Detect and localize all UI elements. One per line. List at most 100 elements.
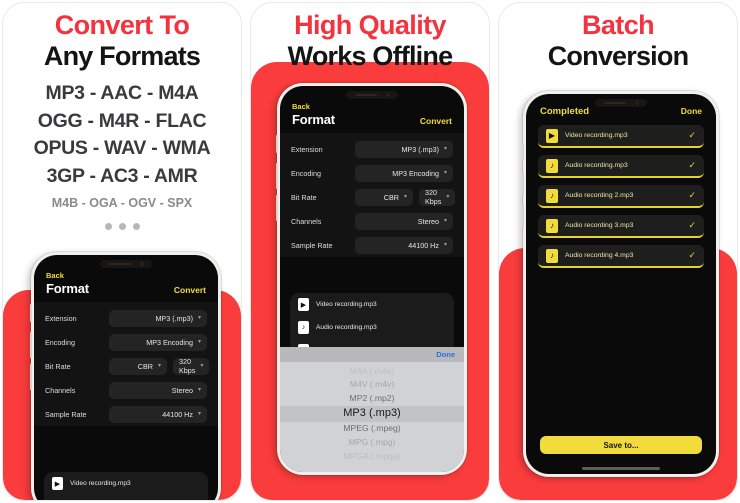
headline-2: High Quality Works Offline [251,3,489,71]
app-store-screenshot-gallery: Convert To Any Formats MP3 - AAC - M4A O… [0,0,740,503]
save-to-button[interactable]: Save to... [540,436,702,454]
file-name: Audio recording 3.mp3 [565,222,634,229]
list-item[interactable]: ▶ Video recording.mp3 [44,472,208,495]
back-button[interactable]: Back [292,102,452,111]
field-value: 44100 Hz [162,409,193,419]
headline-black-line-3: Conversion [547,40,689,71]
phone-side-button [522,143,524,161]
field-value: CBR [383,192,399,202]
done-button[interactable]: Done [681,106,702,116]
audio-file-icon: ♪ [52,500,63,501]
audio-file-icon: ♪ [298,321,309,334]
video-file-icon: ▶ [52,477,63,490]
chevron-down-icon: ▾ [443,146,447,152]
list-item[interactable]: ♪ Audio recording.mp3 [44,495,208,501]
picker-option[interactable]: MPEG (.mpeg) [280,422,464,436]
back-button[interactable]: Back [46,271,206,280]
list-item[interactable]: ▶ Video recording.mp3 [290,293,454,316]
picker-option[interactable]: MPGA (.mpga) [280,450,464,464]
phone-volume-button [30,364,32,390]
phone-screen-1: Back Format Convert Extension MP3 (.mp3)… [34,255,218,501]
headline-black-line-2: Works Offline [287,40,453,71]
dynamic-island [100,260,152,268]
channels-select[interactable]: Stereo ▾ [355,212,453,230]
list-item[interactable]: ♪ Audio recording 4.mp3 ✓ [538,245,704,268]
headline-3: Batch Conversion [499,3,737,71]
dynamic-island [346,91,398,99]
file-name: Audio recording 2.mp3 [565,192,634,199]
extension-select[interactable]: MP3 (.mp3) ▾ [109,309,207,327]
form-row-extension: Extension MP3 (.mp3) ▾ [291,137,453,161]
form-row-extension: Extension MP3 (.mp3) ▾ [45,306,207,330]
file-name: Video recording.mp3 [70,480,131,487]
picker-option-selected[interactable]: MP3 (.mp3) [280,406,464,423]
field-value: CBR [137,361,153,371]
picker-option[interactable]: M4V (.m4v) [280,378,464,392]
phone-volume-button [276,163,278,189]
screenshot-panel-1: Convert To Any Formats MP3 - AAC - M4A O… [2,2,242,501]
picker-option[interactable]: MP2 (.mp2) [280,392,464,406]
encoding-select[interactable]: MP3 Encoding ▾ [355,164,453,182]
bitrate-mode-select[interactable]: CBR ▾ [109,357,167,375]
field-label: Sample Rate [45,409,87,419]
headline-red-line-3: Batch [581,10,655,40]
picker-toolbar: Done [280,346,464,362]
bitrate-value-select[interactable]: 320 Kbps ▾ [173,357,210,375]
file-name: Video recording.mp3 [565,132,628,139]
format-row: 3GP - AC3 - AMR [46,165,198,188]
chevron-down-icon: ▾ [443,218,447,224]
chevron-down-icon: ▾ [197,315,201,321]
check-icon: ✓ [688,160,696,170]
camera-icon [385,93,390,97]
speaker-icon [603,102,626,104]
screenshot-panel-3: Batch Conversion Completed Done ▶ Video … [498,2,738,501]
audio-file-icon: ♪ [546,188,558,203]
channels-select[interactable]: Stereo ▾ [109,381,207,399]
headline-1: Convert To Any Formats [3,3,241,71]
picker-option[interactable]: M4A (.m4a) [280,365,464,379]
check-icon: ✓ [688,250,696,260]
convert-button[interactable]: Convert [420,116,452,126]
extension-select[interactable]: MP3 (.mp3) ▾ [355,140,453,158]
camera-icon [634,101,639,105]
field-label: Extension [291,144,323,154]
picker-done-button[interactable]: Done [436,350,455,359]
chevron-down-icon: ▾ [197,411,201,417]
chevron-down-icon: ▾ [443,242,447,248]
completed-file-list: ▶ Video recording.mp3 ✓ ♪ Audio recordin… [526,125,716,268]
form-row-encoding: Encoding MP3 Encoding ▾ [45,330,207,354]
picker-wheel[interactable]: M4A (.m4a) M4V (.m4v) MP2 (.mp2) MP3 (.m… [280,361,464,472]
form-row-encoding: Encoding MP3 Encoding ▾ [291,161,453,185]
convert-button[interactable]: Convert [174,285,206,295]
format-form-1: Extension MP3 (.mp3) ▾ Encoding MP3 Enco… [34,302,218,426]
speaker-icon [354,94,377,96]
field-label: Encoding [291,168,321,178]
list-item[interactable]: ♪ Audio recording.mp3 [290,316,454,339]
list-item[interactable]: ♪ Audio recording 3.mp3 ✓ [538,215,704,238]
field-label: Bit Rate [45,361,71,371]
encoding-select[interactable]: MP3 Encoding ▾ [109,333,207,351]
phone-volume-button [522,171,524,197]
headline-red-line-1: Convert To [54,10,190,40]
field-label: Extension [45,313,77,323]
bitrate-value-select[interactable]: 320 Kbps ▾ [419,188,456,206]
chevron-down-icon: ▾ [157,363,161,369]
list-item[interactable]: ▶ Video recording.mp3 ✓ [538,125,704,148]
format-row: MP3 - AAC - M4A [45,82,199,104]
speaker-icon [108,263,131,265]
field-value: MP3 (.mp3) [401,144,439,154]
picker-option[interactable]: MPG (.mpg) [280,436,464,450]
screen-title: Format [46,281,89,296]
screen-title: Completed [540,106,590,117]
bitrate-mode-select[interactable]: CBR ▾ [355,188,413,206]
form-row-bitrate: Bit Rate CBR ▾ 320 Kbps ▾ [291,185,456,209]
field-value: MP3 Encoding [392,168,439,178]
check-icon: ✓ [688,130,696,140]
samplerate-select[interactable]: 44100 Hz ▾ [355,236,453,254]
list-item[interactable]: ♪ Audio recording 2.mp3 ✓ [538,185,704,208]
audio-file-icon: ♪ [546,248,558,263]
form-row-bitrate: Bit Rate CBR ▾ 320 Kbps ▾ [45,354,210,378]
samplerate-select[interactable]: 44100 Hz ▾ [109,405,207,423]
list-item[interactable]: ♪ Audio recording.mp3 ✓ [538,155,704,178]
chevron-down-icon: ▾ [197,339,201,345]
